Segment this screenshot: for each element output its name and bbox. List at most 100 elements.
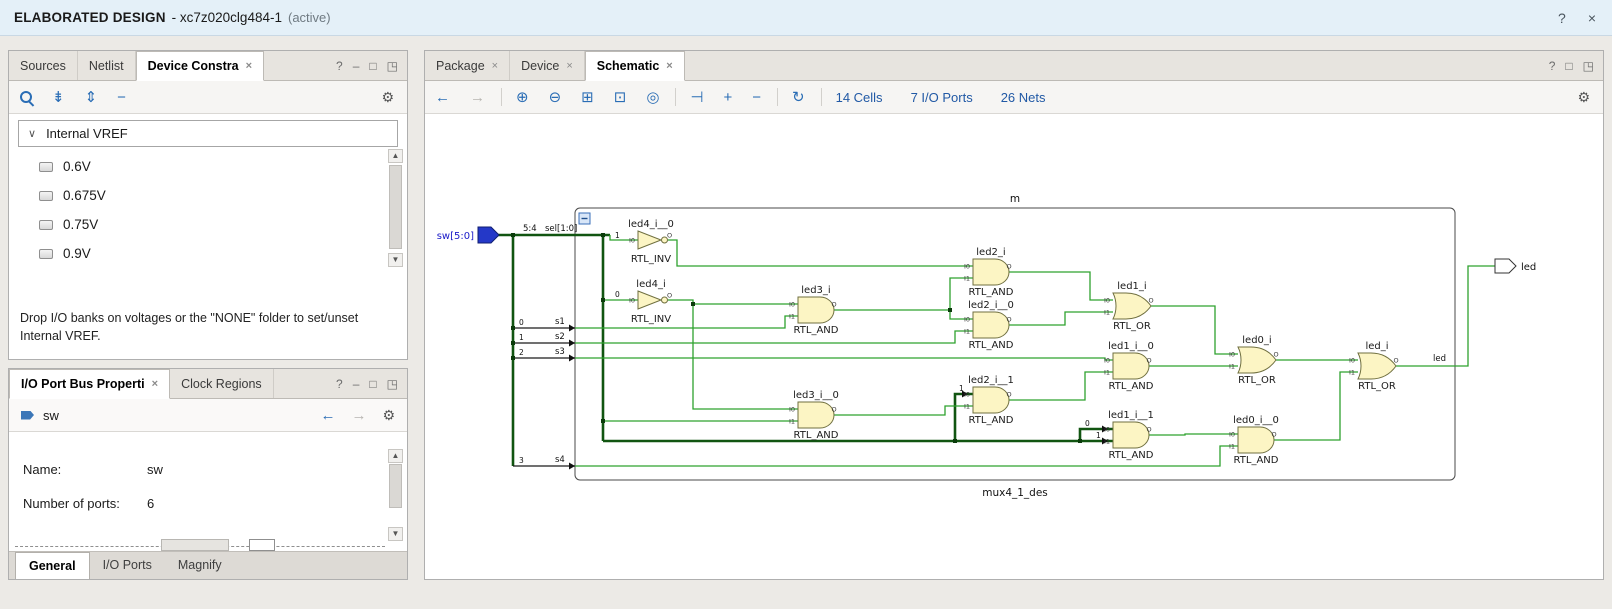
net-wire[interactable] [1009, 371, 1113, 401]
close-tab-icon[interactable]: × [666, 60, 672, 72]
tab-device[interactable]: Device × [510, 51, 585, 80]
back-icon[interactable]: ← [435, 90, 450, 105]
autofit-selection-icon[interactable]: ◎ [646, 90, 659, 105]
gate-led3_i__0[interactable]: led3_i__0 RTL_AND I0 I1 O [789, 390, 839, 441]
partial-checkbox[interactable] [249, 539, 275, 551]
back-icon[interactable]: ← [320, 407, 335, 424]
gate-led3_i[interactable]: led3_i RTL_AND I0 I1 O [789, 285, 839, 336]
panel-help-icon[interactable]: ? [1549, 60, 1556, 72]
forward-icon[interactable]: → [351, 407, 366, 424]
net-wire[interactable] [1149, 433, 1238, 436]
zoom-to-selection-icon[interactable]: ⊡ [614, 90, 627, 105]
net-wire[interactable] [1274, 371, 1358, 441]
net-wire[interactable] [575, 357, 1113, 361]
io-ports-count-link[interactable]: 7 I/O Ports [911, 90, 973, 105]
banner-help-icon[interactable]: ? [1558, 10, 1566, 26]
net-wire[interactable] [1151, 305, 1238, 355]
close-tab-icon[interactable]: × [246, 60, 252, 72]
gate-led2_i[interactable]: led2_i RTL_AND I0 I1 O [964, 247, 1014, 298]
gate-led4_i__0[interactable]: led4_i__0 RTL_INV I0 O [628, 219, 674, 265]
gate-led1_i[interactable]: led1_i RTL_OR I0 I1 O [1104, 281, 1154, 332]
zoom-in-icon[interactable]: ⊕ [516, 90, 529, 105]
vref-item-0-9v[interactable]: 0.9V [9, 239, 407, 268]
panel-float-icon[interactable]: ◳ [1583, 60, 1594, 72]
expand-icon[interactable]: + [723, 90, 732, 105]
gate-led0_i__0[interactable]: led0_i__0 RTL_AND I0 I1 O [1229, 415, 1279, 466]
net-wire[interactable] [1396, 265, 1495, 367]
scroll-down-icon[interactable]: ▼ [388, 527, 403, 541]
bottom-tab-i-o-ports[interactable]: I/O Ports [90, 552, 165, 579]
nets-count-link[interactable]: 26 Nets [1001, 90, 1046, 105]
gate-led_i[interactable]: led_i RTL_OR I0 I1 O [1349, 341, 1399, 392]
panel-help-icon[interactable]: ? [336, 378, 343, 390]
zoom-fit-icon[interactable]: ⊞ [581, 90, 594, 105]
internal-vref-header[interactable]: ∨ Internal VREF [18, 120, 398, 147]
net-wire[interactable] [834, 405, 973, 416]
panel-maximize-icon[interactable]: □ [1565, 60, 1572, 72]
net-wire[interactable] [1009, 311, 1113, 326]
vref-item-0-6v[interactable]: 0.6V [9, 152, 407, 181]
scroll-up-icon[interactable]: ▲ [388, 449, 403, 463]
close-tab-icon[interactable]: × [566, 60, 572, 72]
gate-led2_i__0[interactable]: led2_i__0 RTL_AND I0 I1 O [964, 300, 1014, 351]
collapse-icon[interactable]: − [752, 90, 761, 105]
close-tab-icon[interactable]: × [492, 60, 498, 72]
bottom-tab-magnify[interactable]: Magnify [165, 552, 235, 579]
scroll-down-icon[interactable]: ▼ [388, 253, 403, 267]
properties-scrollbar[interactable]: ▲ ▼ [388, 449, 403, 541]
vref-item-0-75v[interactable]: 0.75V [9, 210, 407, 239]
partial-control[interactable] [161, 539, 229, 551]
gate-led2_i__1[interactable]: led2_i__1 RTL_AND I0 I1 O [964, 375, 1014, 426]
panel-float-icon[interactable]: ◳ [387, 378, 398, 390]
net-wire[interactable] [575, 330, 973, 344]
tab-device-constra[interactable]: Device Constra × [135, 51, 265, 81]
net-wire[interactable] [834, 309, 973, 320]
tab-netlist[interactable]: Netlist [78, 51, 136, 80]
schematic-canvas[interactable]: m mux4_1_des led4_i__0 RTL_INV I0 Oled4_i RTL_… [425, 114, 1603, 579]
close-tab-icon[interactable]: × [152, 378, 158, 390]
tab-i-o-port-bus-properti[interactable]: I/O Port Bus Properti × [9, 369, 171, 399]
zoom-out-icon[interactable]: ⊖ [549, 90, 562, 105]
net-wire[interactable] [668, 239, 973, 267]
tab-clock-regions[interactable]: Clock Regions [170, 369, 274, 398]
module-outline[interactable] [574, 207, 1456, 481]
gate-led1_i__0[interactable]: led1_i__0 RTL_AND I0 I1 O [1104, 341, 1154, 392]
forward-icon[interactable]: → [470, 90, 485, 105]
scroll-thumb[interactable] [389, 464, 402, 508]
scroll-up-icon[interactable]: ▲ [388, 149, 403, 163]
panel-minimize-icon[interactable]: – [353, 60, 360, 72]
bottom-tab-general[interactable]: General [15, 552, 90, 579]
schematic-settings-gear-icon[interactable]: ⚙ [1577, 89, 1590, 106]
tab-schematic[interactable]: Schematic × [584, 51, 685, 81]
schematic-label: 0 [1085, 419, 1090, 428]
search-icon[interactable] [19, 90, 34, 105]
banner-close-icon[interactable]: × [1588, 10, 1596, 26]
input-port-sw[interactable] [477, 226, 500, 244]
settings-gear-icon[interactable]: ⚙ [381, 89, 394, 106]
tab-package[interactable]: Package × [425, 51, 511, 80]
panel-maximize-icon[interactable]: □ [369, 378, 376, 390]
net-wire[interactable] [575, 315, 798, 329]
collapse-all-icon[interactable]: ⇟ [52, 90, 65, 105]
scroll-thumb[interactable] [389, 165, 402, 249]
expand-all-icon[interactable]: ⇕ [85, 90, 98, 105]
properties-gear-icon[interactable]: ⚙ [382, 407, 395, 424]
tree-scrollbar[interactable]: ▲ ▼ [388, 149, 403, 267]
panel-float-icon[interactable]: ◳ [387, 60, 398, 72]
regenerate-icon[interactable]: ↻ [792, 90, 805, 105]
gate-led0_i[interactable]: led0_i RTL_OR I0 I1 O [1229, 335, 1279, 386]
output-port-led[interactable] [1494, 258, 1517, 274]
remove-icon[interactable]: − [117, 90, 126, 105]
net-wire[interactable] [692, 304, 798, 410]
panel-minimize-icon[interactable]: – [353, 378, 360, 390]
net-wire[interactable] [668, 299, 798, 305]
expand-cone-icon[interactable]: ⊣ [690, 90, 703, 105]
gate-led1_i__1[interactable]: led1_i__1 RTL_AND I0 I1 O [1104, 410, 1154, 461]
cells-count-link[interactable]: 14 Cells [836, 90, 883, 105]
panel-help-icon[interactable]: ? [336, 60, 343, 72]
net-wire[interactable] [1009, 271, 1113, 301]
gate-led4_i[interactable]: led4_i RTL_INV I0 O [629, 279, 672, 325]
tab-sources[interactable]: Sources [9, 51, 78, 80]
vref-item-0-675v[interactable]: 0.675V [9, 181, 407, 210]
panel-maximize-icon[interactable]: □ [369, 60, 376, 72]
